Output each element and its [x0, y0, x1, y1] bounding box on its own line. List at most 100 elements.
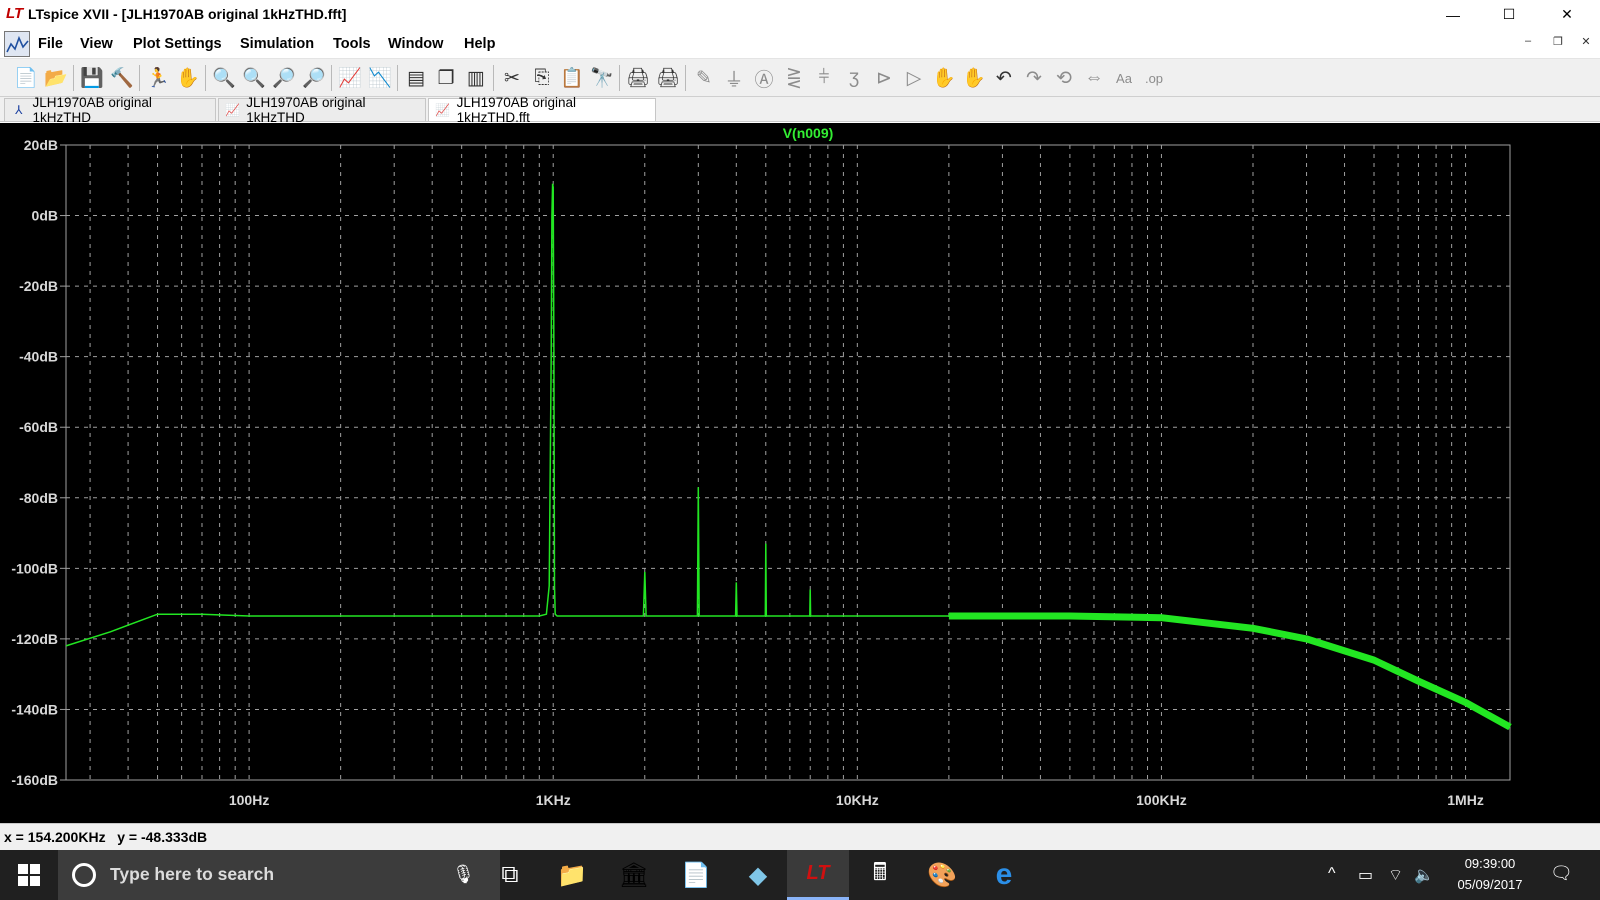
zoom-in-icon[interactable]: 🔍: [210, 64, 238, 92]
show-hidden-icons-icon[interactable]: ^: [1328, 865, 1336, 883]
waveform-plot-pane[interactable]: 20dB 0dB -20dB -40dB -60dB -80dB -100dB -120dB -…: [0, 123, 1600, 823]
tab-fft[interactable]: 📈 JLH1970AB original 1kHzTHD.fft: [428, 95, 656, 125]
edge-browser-icon[interactable]: e: [973, 850, 1035, 900]
file-explorer-icon[interactable]: 📁: [541, 850, 603, 900]
component-icon[interactable]: ▷: [900, 64, 928, 92]
y-tick-label: -40dB: [19, 349, 58, 365]
find-icon[interactable]: 🔭: [588, 64, 616, 92]
text-icon[interactable]: Aa: [1110, 64, 1138, 92]
x-tick-label: 1MHz: [1447, 792, 1484, 808]
clock-time[interactable]: 09:39:00: [1442, 856, 1538, 871]
y-tick-label: 20dB: [24, 137, 58, 153]
start-button[interactable]: [0, 850, 58, 900]
print-preview-icon[interactable]: 🖨: [654, 64, 682, 92]
zoom-fit-icon[interactable]: 🔎: [300, 64, 328, 92]
diode-icon[interactable]: ⊳: [870, 64, 898, 92]
toolbar-separator: [73, 65, 74, 91]
menu-tools[interactable]: Tools: [333, 36, 371, 52]
spice-directive-icon[interactable]: .op: [1140, 64, 1168, 92]
tab-waveform[interactable]: 📈 JLH1970AB original 1kHzTHD: [218, 95, 426, 125]
mdi-minimize-button[interactable]: –: [1518, 35, 1538, 53]
menu-file[interactable]: File: [38, 36, 63, 52]
schematic-tab-icon: ⅄: [15, 103, 23, 117]
inductor-icon[interactable]: ʒ: [840, 64, 868, 92]
y-tick-label: -20dB: [19, 278, 58, 294]
menu-plot-settings[interactable]: Plot Settings: [133, 36, 222, 52]
menu-help[interactable]: Help: [464, 36, 495, 52]
tab-label: JLH1970AB original 1kHzTHD: [32, 95, 152, 125]
y-tick-label: -160dB: [11, 772, 58, 788]
wire-icon[interactable]: ✎: [690, 64, 718, 92]
microphone-icon[interactable]: 🎙: [452, 864, 475, 885]
zoom-out-icon[interactable]: 🔎: [270, 64, 298, 92]
window-maximize-button[interactable]: ☐: [1486, 0, 1532, 29]
mirror-icon[interactable]: ⇔: [1080, 64, 1108, 92]
cursor-readout: x = 154.200KHz y = -48.333dB: [4, 829, 208, 845]
battery-icon[interactable]: ▭: [1358, 865, 1373, 885]
shape-app-icon[interactable]: ◆: [727, 850, 789, 900]
redo-icon[interactable]: ↷: [1020, 64, 1048, 92]
toolbar-separator: [331, 65, 332, 91]
tab-schematic[interactable]: ⅄ JLH1970AB original 1kHzTHD: [4, 95, 216, 125]
bank-app-icon[interactable]: 🏛: [603, 850, 665, 900]
windows-logo-icon: [18, 864, 40, 886]
zoom-area-icon[interactable]: 🔍: [240, 64, 268, 92]
halt-icon[interactable]: ✋: [174, 64, 202, 92]
fft-tab-icon: 📈: [435, 103, 451, 117]
undo-icon[interactable]: ↶: [990, 64, 1018, 92]
cascade-icon[interactable]: ❐: [432, 64, 460, 92]
document-app-icon[interactable]: 📄: [665, 850, 727, 900]
wifi-icon[interactable]: ⌔: [1388, 865, 1403, 885]
save-icon[interactable]: 💾: [78, 64, 106, 92]
waveform-window-icon[interactable]: [4, 31, 30, 57]
print-icon[interactable]: 🖨: [624, 64, 652, 92]
taskbar-search-box[interactable]: Type here to search 🎙: [58, 850, 500, 900]
toolbar-separator: [139, 65, 140, 91]
toolbar-separator: [685, 65, 686, 91]
paste-icon[interactable]: 📋: [558, 64, 586, 92]
y-tick-label: -140dB: [11, 701, 58, 717]
rotate-icon[interactable]: ⟲: [1050, 64, 1078, 92]
volume-icon[interactable]: 🔈: [1414, 865, 1434, 885]
task-view-icon[interactable]: ⧉: [479, 850, 541, 900]
title-bar: LT LTspice XVII - [JLH1970AB original 1k…: [0, 0, 1600, 29]
tile-horizontal-icon[interactable]: ▤: [402, 64, 430, 92]
menu-view[interactable]: View: [80, 36, 113, 52]
move-icon[interactable]: ✋: [930, 64, 958, 92]
resistor-icon[interactable]: ⋛: [780, 64, 808, 92]
autorange-icon[interactable]: 📈: [336, 64, 364, 92]
notification-center-icon[interactable]: 🗨: [1550, 863, 1573, 884]
toolbar-separator: [397, 65, 398, 91]
clock-date[interactable]: 05/09/2017: [1442, 877, 1538, 892]
manual-limits-icon[interactable]: 📉: [366, 64, 394, 92]
y-tick-label: -80dB: [19, 490, 58, 506]
calculator-icon[interactable]: 🖩: [849, 850, 911, 900]
run-icon[interactable]: 🏃: [144, 64, 172, 92]
tab-label: JLH1970AB original 1kHzTHD: [246, 95, 366, 125]
capacitor-icon[interactable]: ⫩: [810, 64, 838, 92]
tab-label: JLH1970AB original 1kHzTHD.fft: [456, 95, 576, 125]
open-icon[interactable]: 📂: [42, 64, 70, 92]
copy-icon[interactable]: ⎘: [528, 64, 556, 92]
ground-icon[interactable]: ⏚: [720, 64, 748, 92]
y-tick-label: -100dB: [11, 560, 58, 576]
paint-app-icon[interactable]: 🎨: [911, 850, 973, 900]
tile-vertical-icon[interactable]: ▥: [462, 64, 490, 92]
window-minimize-button[interactable]: —: [1430, 0, 1476, 29]
window-close-button[interactable]: ✕: [1544, 0, 1590, 29]
windows-taskbar: Type here to search 🎙 ^ ▭ ⌔ 🔈 09:39:00 0…: [0, 850, 1600, 900]
control-panel-icon[interactable]: 🔨: [108, 64, 136, 92]
ltspice-logo-icon: LT: [6, 5, 24, 22]
cortana-icon: [72, 863, 96, 887]
mdi-restore-button[interactable]: ❐: [1548, 35, 1568, 53]
menu-simulation[interactable]: Simulation: [240, 36, 314, 52]
drag-icon[interactable]: ✋: [960, 64, 988, 92]
ltspice-taskbar-icon[interactable]: LT: [787, 850, 849, 900]
window-title: LTspice XVII - [JLH1970AB original 1kHzT…: [28, 6, 347, 22]
new-schematic-icon[interactable]: 📄: [12, 64, 40, 92]
label-net-icon[interactable]: Ⓐ: [750, 64, 778, 92]
cut-icon[interactable]: ✂: [498, 64, 526, 92]
mdi-close-button[interactable]: ✕: [1576, 35, 1596, 53]
menu-window[interactable]: Window: [388, 36, 443, 52]
fft-plot[interactable]: 20dB 0dB -20dB -40dB -60dB -80dB -100dB -120dB -…: [0, 123, 1600, 823]
